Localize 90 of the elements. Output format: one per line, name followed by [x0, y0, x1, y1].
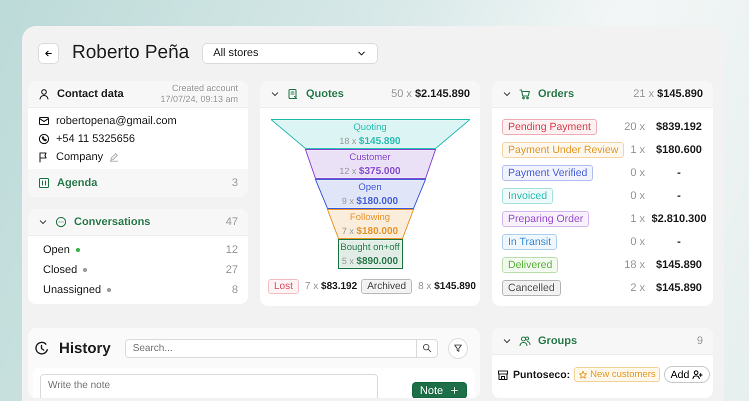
- note-input[interactable]: Write the note: [40, 374, 378, 398]
- order-status-tag[interactable]: In Transit: [502, 234, 558, 250]
- search-field[interactable]: Search...: [124, 338, 418, 358]
- chevron-icon[interactable]: [270, 89, 280, 99]
- groups-count: 9: [696, 335, 703, 347]
- order-amount: $145.890: [655, 258, 703, 270]
- card-title: Groups: [538, 335, 578, 347]
- created-label: Created account: [170, 83, 238, 94]
- email-text: robertopena@gmail.com: [56, 114, 177, 126]
- agenda-count: 3: [232, 177, 238, 189]
- plus-icon: [450, 386, 460, 395]
- outcome-tag[interactable]: Lost: [268, 279, 299, 294]
- card-title: Quotes: [306, 88, 344, 100]
- stage-label: Open: [358, 182, 382, 192]
- star-icon: [578, 370, 588, 380]
- person-icon: [38, 88, 50, 100]
- order-amount: -: [676, 236, 682, 248]
- order-count: 20 x: [624, 120, 645, 132]
- stage-total: 7 x $180.000: [342, 226, 398, 236]
- outcome-total: 8 x $145.890: [418, 281, 476, 292]
- order-amount: $2.810.300: [650, 212, 708, 224]
- order-count: 0 x: [630, 190, 645, 202]
- stage-total: 5 x $890.000: [342, 256, 398, 266]
- status-label[interactable]: Closed: [43, 264, 78, 276]
- store-icon: [497, 368, 509, 380]
- chevron-icon[interactable]: [38, 217, 48, 227]
- search-icon: [422, 343, 432, 353]
- agenda-row[interactable]: Agenda 3: [28, 169, 248, 197]
- card-title: Conversations: [74, 216, 150, 228]
- outcome-total: 7 x $83.192: [304, 281, 358, 292]
- stage-label: Following: [350, 212, 390, 222]
- order-status-tag[interactable]: Pending Payment: [502, 118, 597, 134]
- order-count: 18 x: [624, 258, 645, 270]
- add-button[interactable]: Add: [664, 366, 710, 383]
- order-status-tag[interactable]: Preparing Order: [502, 210, 590, 226]
- chat-bubble-icon: [55, 216, 67, 228]
- chevron-icon[interactable]: [502, 89, 512, 99]
- search-button[interactable]: [417, 338, 438, 358]
- chevron-icon[interactable]: [502, 336, 512, 346]
- quote-document-icon: [287, 88, 299, 100]
- stage-label: Bought on+off: [340, 242, 400, 252]
- order-amount: $180.600: [655, 144, 703, 156]
- card-title: Contact data: [57, 88, 124, 100]
- status-count: 8: [232, 284, 238, 296]
- filter-button[interactable]: [448, 338, 468, 358]
- order-count: 0 x: [630, 236, 645, 248]
- order-count: 0 x: [630, 166, 645, 178]
- card-title: Orders: [538, 88, 574, 100]
- quotes-total: 50 x $2.145.890: [391, 88, 470, 100]
- stage-total: 9 x $180.000: [342, 196, 398, 206]
- company-text: Company: [56, 150, 104, 162]
- phone-text: +54 11 5325656: [56, 132, 136, 144]
- order-count: 1 x: [630, 212, 645, 224]
- stage-total: 18 x $145.890: [339, 136, 401, 146]
- stage-label: Quoting: [353, 122, 387, 132]
- status-count: 12: [226, 244, 238, 256]
- status-count: 27: [226, 264, 238, 276]
- store-name: Puntoseco:: [513, 368, 570, 380]
- order-status-tag[interactable]: Payment Verified: [502, 164, 594, 180]
- order-count: 2 x: [630, 282, 645, 294]
- cart-icon: [519, 88, 531, 100]
- back-button[interactable]: [38, 42, 59, 64]
- status-label[interactable]: Unassigned: [43, 284, 102, 296]
- card-title: History: [59, 340, 111, 356]
- conversations-count: 47: [226, 216, 238, 228]
- order-amount: $145.890: [655, 282, 703, 294]
- filter-icon: [453, 343, 464, 353]
- chat-phone-icon: [38, 132, 50, 144]
- clock-icon: [34, 340, 49, 356]
- order-status-tag[interactable]: Delivered: [502, 256, 558, 272]
- order-amount: -: [676, 190, 682, 202]
- order-status-tag[interactable]: Cancelled: [502, 280, 561, 296]
- pencil-icon: [109, 152, 120, 162]
- stage-label: Customer: [349, 152, 391, 162]
- contact-name: Roberto Peña: [72, 42, 190, 64]
- people-icon: [519, 335, 531, 347]
- agenda-icon: [38, 177, 50, 189]
- stage-total: 12 x $375.000: [339, 166, 401, 176]
- created-date: 17/07/24, 09:13 am: [160, 94, 238, 105]
- orders-total: 21 x $145.890: [633, 88, 703, 100]
- order-count: 1 x: [630, 144, 645, 156]
- store-dropdown[interactable]: All stores: [202, 42, 378, 64]
- order-amount: -: [676, 166, 682, 178]
- back-arrow-icon: [43, 48, 54, 58]
- status-label[interactable]: Open: [43, 244, 70, 256]
- add-people-icon: [692, 369, 704, 380]
- outcome-tag[interactable]: Archived: [361, 279, 412, 294]
- note-button[interactable]: Note: [412, 382, 467, 398]
- order-amount: $839.192: [655, 120, 703, 132]
- mail-icon: [38, 114, 50, 126]
